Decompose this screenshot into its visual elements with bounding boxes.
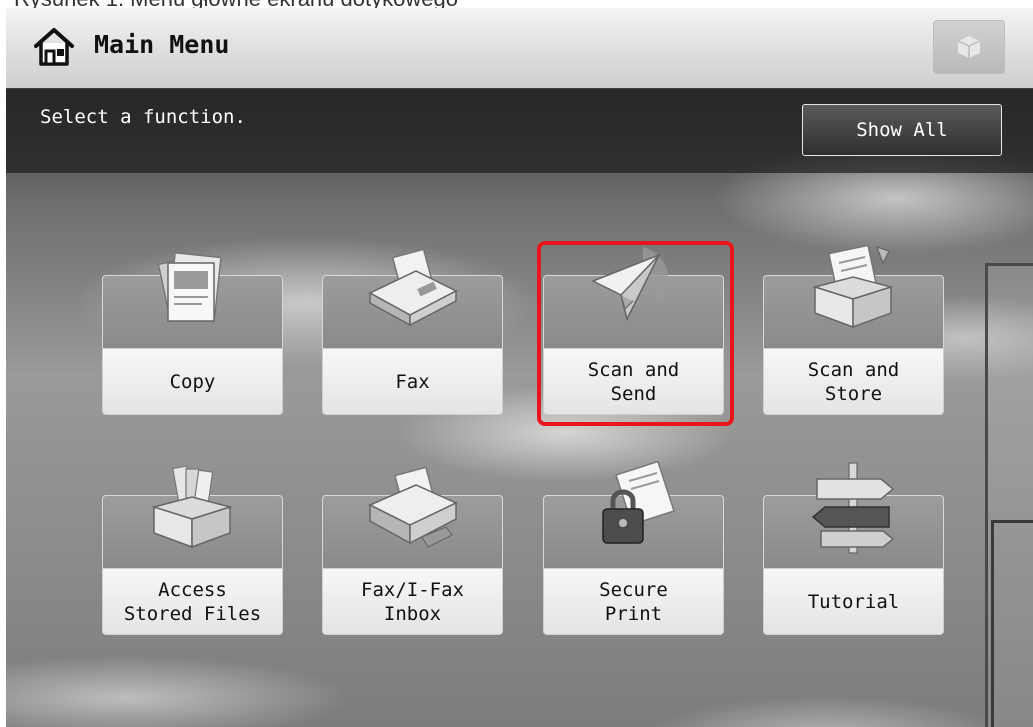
- home-icon[interactable]: [32, 24, 76, 68]
- instruction-text: Select a function.: [40, 106, 246, 128]
- stored-files-box-icon: [151, 465, 233, 549]
- padlock-document-icon: [602, 461, 675, 544]
- cube-icon: [957, 36, 981, 58]
- tile-label: Access Stored Files: [123, 578, 262, 625]
- tile-label: Fax/I-Fax Inbox: [361, 578, 464, 625]
- title-bar: Main Menu: [6, 8, 1033, 89]
- tutorial-tile[interactable]: Tutorial: [763, 462, 944, 635]
- signpost-icon: [811, 462, 895, 554]
- tile-label: Scan and Store: [807, 358, 900, 405]
- secure-print-tile[interactable]: Secure Print: [543, 461, 724, 635]
- tile-label: Tutorial: [807, 590, 900, 613]
- show-all-button[interactable]: Show All: [802, 104, 1002, 156]
- tile-label: Fax: [395, 370, 430, 393]
- fax-icon: [368, 248, 458, 327]
- fax-tile[interactable]: Fax: [322, 248, 503, 415]
- right-panel-inner-edge: [991, 520, 1033, 727]
- scan-store-box-icon: [812, 244, 894, 329]
- touch-screen: Main Menu Select a function. Show All Co…: [6, 8, 1033, 727]
- page-title: Main Menu: [94, 30, 230, 59]
- selection-highlight: [537, 241, 734, 426]
- copy-icon: [157, 251, 222, 323]
- fax-inbox-icon: [368, 466, 458, 548]
- tile-label: Secure Print: [599, 578, 668, 625]
- caption-fragment: Rysunek 1. Menu główne ekranu dotykowego: [0, 0, 1033, 8]
- scan-and-store-tile[interactable]: Scan and Store: [763, 244, 944, 415]
- copy-tile[interactable]: Copy: [102, 251, 283, 415]
- fax-i-fax-inbox-tile[interactable]: Fax/I-Fax Inbox: [322, 466, 503, 635]
- tile-label: Copy: [169, 370, 216, 393]
- access-stored-files-tile[interactable]: Access Stored Files: [102, 465, 283, 635]
- status-monitor-button[interactable]: [933, 20, 1005, 74]
